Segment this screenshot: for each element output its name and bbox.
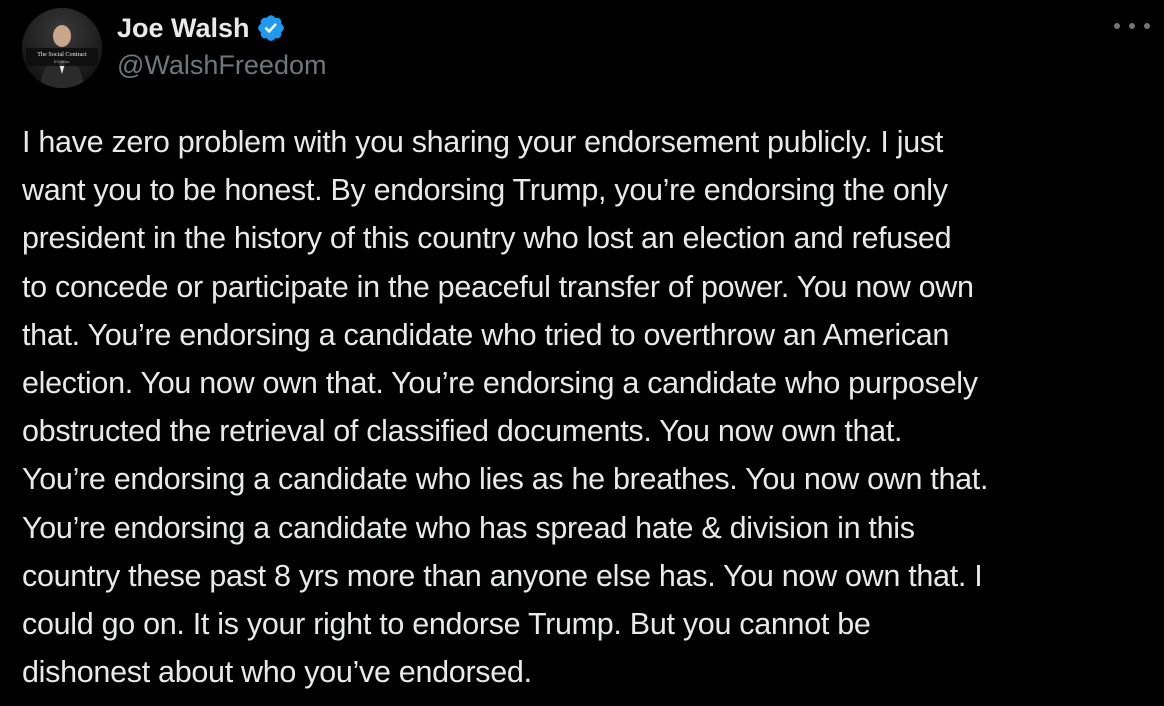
tweet-text-line: dishonest about who you’ve endorsed. — [22, 655, 532, 690]
tweet-text-line: country these past 8 yrs more than anyon… — [22, 558, 983, 593]
dot-icon — [1129, 23, 1135, 29]
tweet-text-line: could go on. It is your right to endorse… — [22, 607, 871, 642]
avatar-subcaption: It's on us. — [53, 59, 70, 64]
verified-badge-icon — [256, 13, 286, 43]
tweet-text: I have zero problem with you sharing you… — [22, 118, 1152, 696]
tweet-text-line: obstructed the retrieval of classified d… — [22, 414, 903, 449]
avatar-caption: The Social Contract — [37, 51, 87, 58]
tweet-text-line: want you to be honest. By endorsing Trum… — [22, 173, 948, 208]
author-name-row: Joe Walsh — [117, 11, 286, 45]
tweet-text-line: I have zero problem with you sharing you… — [22, 125, 944, 159]
tweet-text-line: that. You’re endorsing a candidate who t… — [22, 317, 950, 352]
dot-icon — [1144, 23, 1150, 29]
avatar-image: The Social Contract It's on us. — [22, 8, 102, 88]
tweet-text-line: election. You now own that. You’re endor… — [22, 366, 978, 401]
tweet-text-line: president in the history of this country… — [22, 221, 952, 256]
tweet-text-line: to concede or participate in the peacefu… — [22, 269, 974, 304]
tweet-card: The Social Contract It's on us. Joe Wals… — [0, 0, 1164, 706]
tweet-text-line: You’re endorsing a candidate who has spr… — [22, 510, 915, 545]
author-handle[interactable]: @WalshFreedom — [117, 50, 326, 81]
dot-icon — [1114, 23, 1120, 29]
display-name[interactable]: Joe Walsh — [117, 13, 250, 44]
tweet-text-line: You’re endorsing a candidate who lies as… — [22, 462, 989, 497]
more-options-icon[interactable] — [1114, 16, 1150, 36]
avatar[interactable]: The Social Contract It's on us. — [22, 8, 102, 88]
